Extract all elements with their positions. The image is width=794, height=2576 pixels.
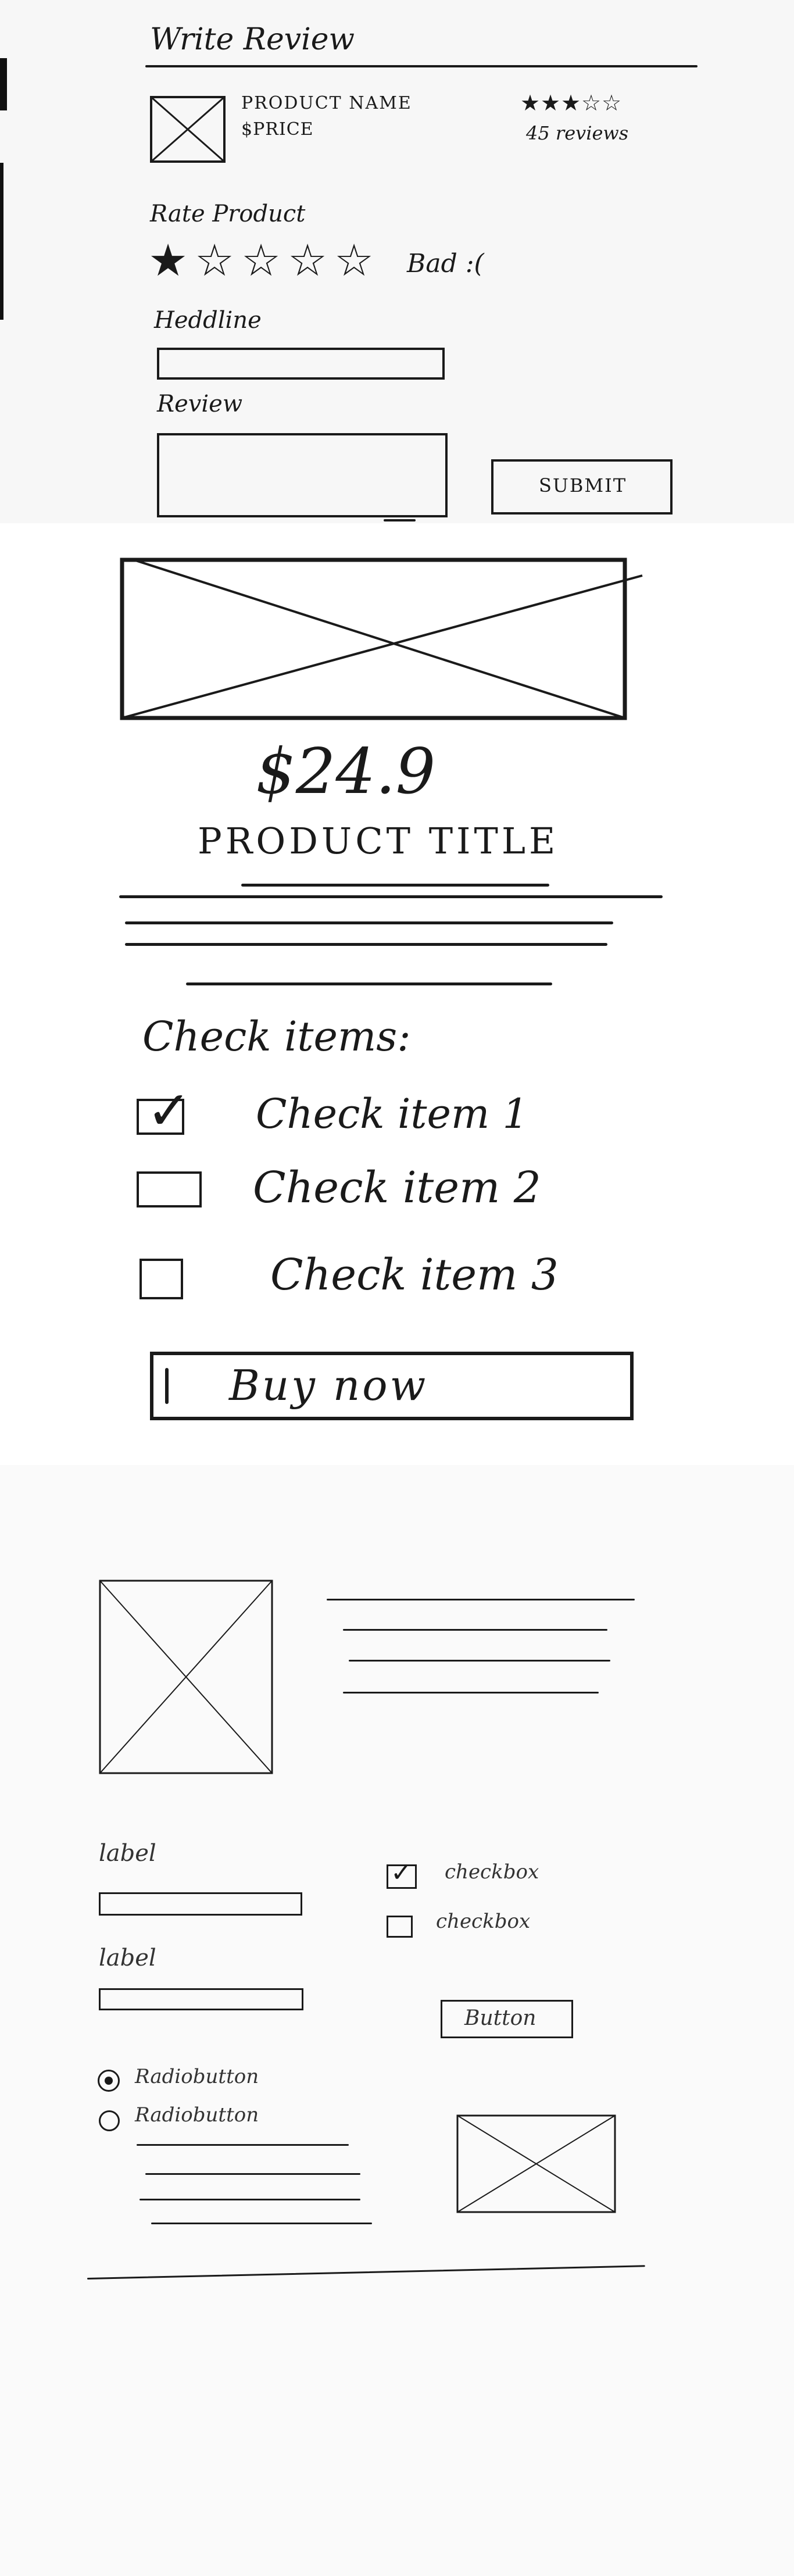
text-input[interactable] [99, 1988, 303, 2010]
text-line [349, 1660, 610, 1662]
star-filled-icon: ★ [520, 90, 541, 116]
star-outline-icon[interactable]: ☆ [195, 238, 234, 283]
star-filled-icon[interactable]: ★ [148, 238, 188, 283]
image-placeholder-icon [99, 1580, 273, 1774]
checkmark-icon: ✓ [146, 1080, 192, 1142]
rate-product-label: Rate Product [150, 201, 306, 227]
checkmark-icon: ✓ [391, 1858, 412, 1888]
text-line [137, 2144, 349, 2146]
check-items-heading: Check items: [142, 1013, 411, 1060]
checkbox[interactable] [140, 1259, 183, 1299]
checkbox[interactable] [137, 1171, 202, 1207]
buy-now-label: Buy now [229, 1361, 428, 1410]
radio-label: Radiobutton [135, 2065, 259, 2088]
star-outline-icon: ☆ [602, 90, 622, 116]
sketch-stroke [384, 519, 416, 521]
radio-label: Radiobutton [135, 2103, 259, 2127]
headline-label: Heddline [154, 307, 262, 334]
star-outline-icon[interactable]: ☆ [334, 238, 374, 283]
hero-image-placeholder-icon [120, 558, 643, 720]
check-item-label: Check item 3 [270, 1250, 559, 1300]
checkbox[interactable] [387, 1916, 413, 1938]
product-price: $PRICE [241, 119, 314, 140]
paper-edge-mark [0, 163, 3, 320]
review-page-title: Write Review [150, 22, 355, 57]
radio-button[interactable] [99, 2110, 120, 2131]
sketch-stroke [165, 1368, 169, 1404]
checkbox-label: checkbox [445, 1860, 539, 1884]
submit-button-label: SUBMIT [539, 474, 627, 496]
title-underline [145, 65, 698, 67]
checkbox-label: checkbox [436, 1910, 531, 1933]
product-thumbnail-icon [150, 96, 226, 163]
text-input[interactable] [99, 1892, 302, 1916]
button-label: Button [464, 2006, 537, 2030]
description-line [125, 921, 613, 924]
product-title: PRODUCT TITLE [198, 820, 559, 862]
check-item-label: Check item 1 [256, 1090, 529, 1138]
radio-selected-dot [105, 2077, 113, 2085]
field-label: label [99, 1840, 156, 1867]
generic-button[interactable]: Button [441, 2000, 573, 2038]
star-outline-icon: ☆ [581, 90, 602, 116]
description-line [186, 982, 552, 985]
buy-now-button[interactable]: Buy now [150, 1352, 634, 1420]
text-line [343, 1692, 599, 1693]
divider-line [87, 2265, 645, 2280]
review-textarea[interactable] [157, 433, 448, 517]
product-name: PRODUCT NAME [241, 93, 412, 113]
description-line [119, 895, 663, 898]
reviews-count[interactable]: 45 reviews [526, 122, 628, 144]
image-placeholder-icon [456, 2114, 616, 2213]
product-detail-sketch: $24.9 PRODUCT TITLE Check items: ✓ Check… [0, 523, 794, 1465]
paper-edge-mark [0, 58, 7, 110]
submit-button[interactable]: SUBMIT [491, 459, 673, 515]
text-line [145, 2173, 360, 2175]
star-outline-icon[interactable]: ☆ [241, 238, 281, 283]
component-sheet-sketch: label label ✓ checkbox checkbox Button R… [0, 1465, 794, 2576]
text-line [327, 1599, 635, 1600]
check-item-label: Check item 2 [253, 1163, 541, 1213]
text-line [151, 2223, 372, 2224]
rating-feedback: Bad :( [407, 249, 484, 278]
text-line [343, 1629, 607, 1631]
field-label: label [99, 1945, 156, 1971]
write-review-sketch: Write Review PRODUCT NAME $PRICE ★ ★ ★ ☆… [0, 0, 794, 523]
description-line [125, 943, 607, 946]
product-price: $24.9 [256, 735, 436, 808]
description-line [241, 884, 549, 887]
review-label: Review [157, 391, 243, 417]
text-line [140, 2199, 360, 2200]
star-filled-icon: ★ [561, 90, 581, 116]
star-filled-icon: ★ [541, 90, 561, 116]
star-outline-icon[interactable]: ☆ [288, 238, 327, 283]
headline-input[interactable] [157, 348, 445, 380]
